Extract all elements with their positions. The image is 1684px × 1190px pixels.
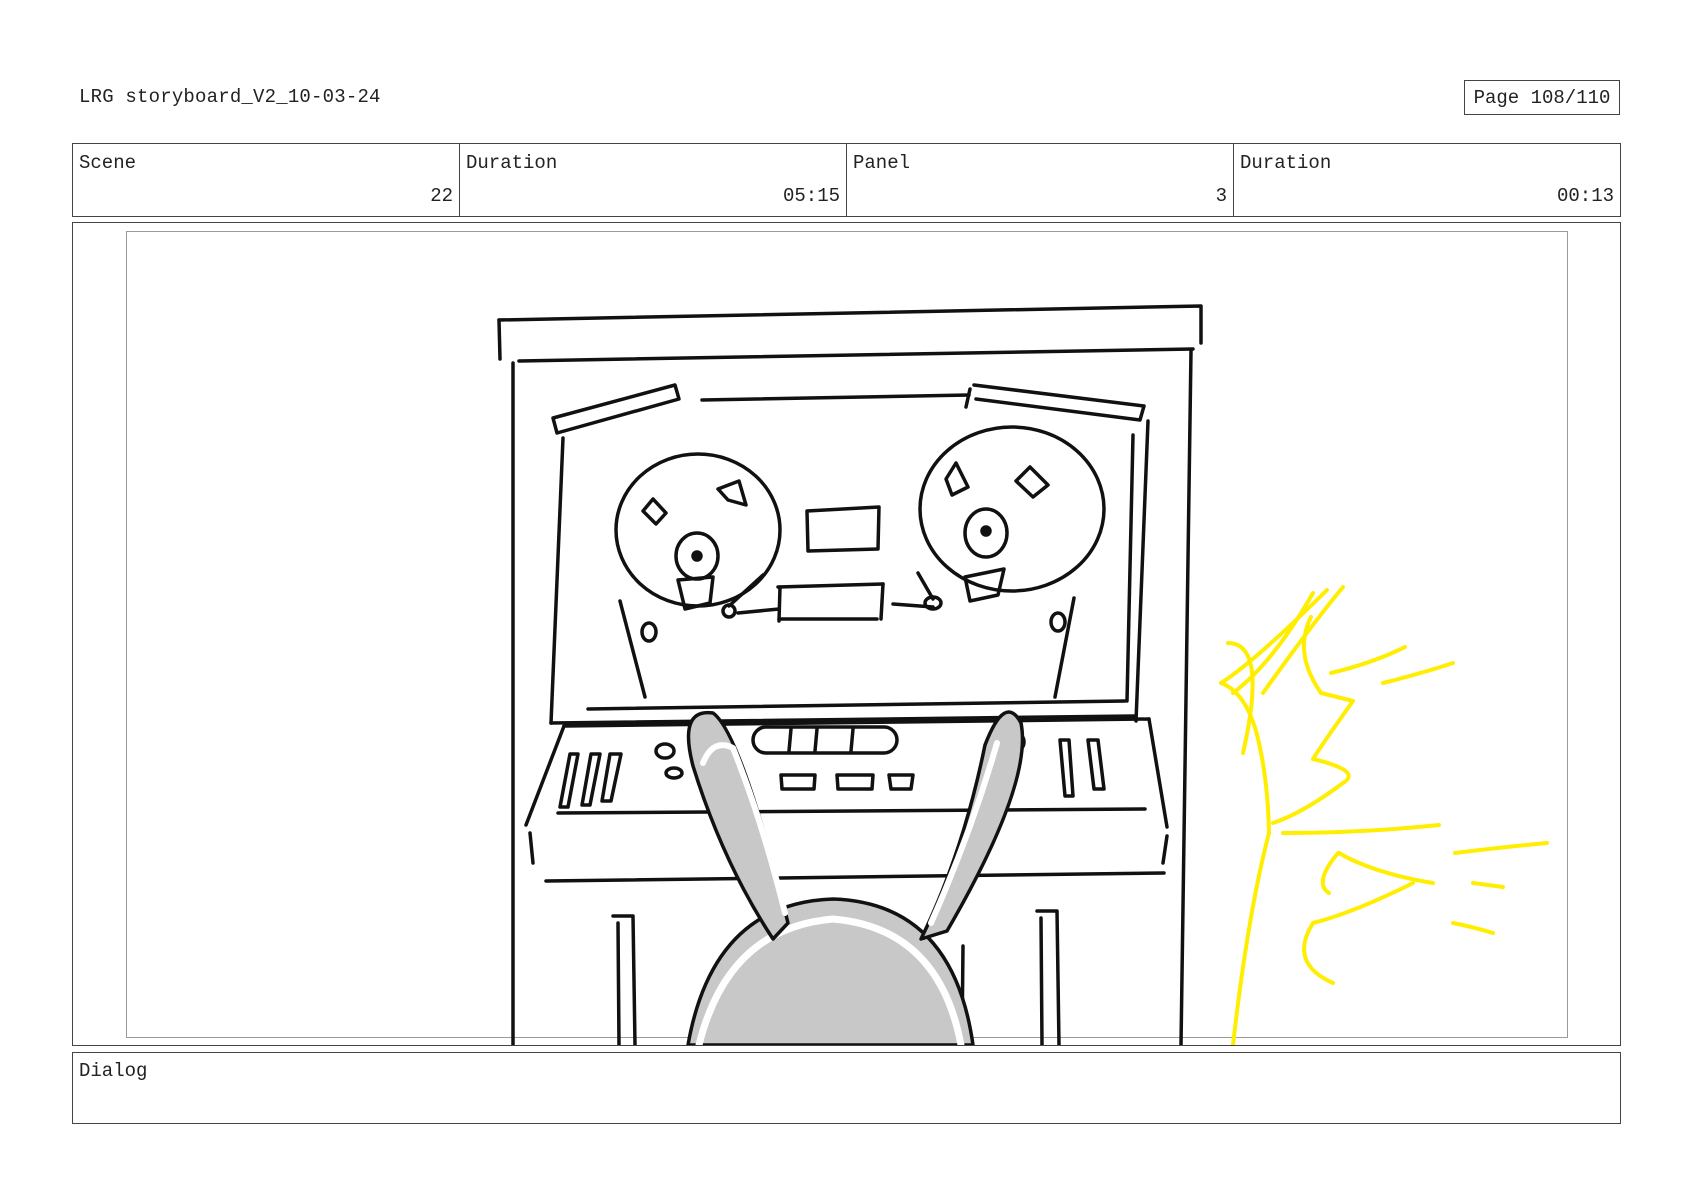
panel-cell: Panel 3 <box>847 144 1234 216</box>
scene-duration-label: Duration <box>466 152 558 174</box>
panel-drawing <box>497 304 1549 1045</box>
dialog-box: Dialog <box>72 1052 1621 1124</box>
panel-label: Panel <box>853 152 911 174</box>
scene-info-row: Scene 22 Duration 05:15 Panel 3 Duration… <box>72 143 1621 217</box>
scene-value: 22 <box>430 185 453 207</box>
document-title: LRG storyboard_V2_10-03-24 <box>79 86 381 108</box>
storyboard-panel <box>72 222 1621 1046</box>
panel-duration-cell: Duration 00:13 <box>1234 144 1620 216</box>
bunny-left-ear <box>686 710 790 941</box>
dialog-label: Dialog <box>79 1060 148 1082</box>
scene-duration-cell: Duration 05:15 <box>460 144 847 216</box>
flash-burst <box>1219 585 1549 1045</box>
panel-duration-value: 00:13 <box>1556 185 1614 207</box>
scene-duration-value: 05:15 <box>782 185 840 207</box>
panel-duration-label: Duration <box>1240 152 1332 174</box>
right-reel <box>918 425 1106 593</box>
scene-cell: Scene 22 <box>73 144 460 216</box>
scene-label: Scene <box>79 152 137 174</box>
page-indicator: Page 108/110 <box>1464 80 1620 115</box>
panel-value: 3 <box>1215 185 1227 207</box>
